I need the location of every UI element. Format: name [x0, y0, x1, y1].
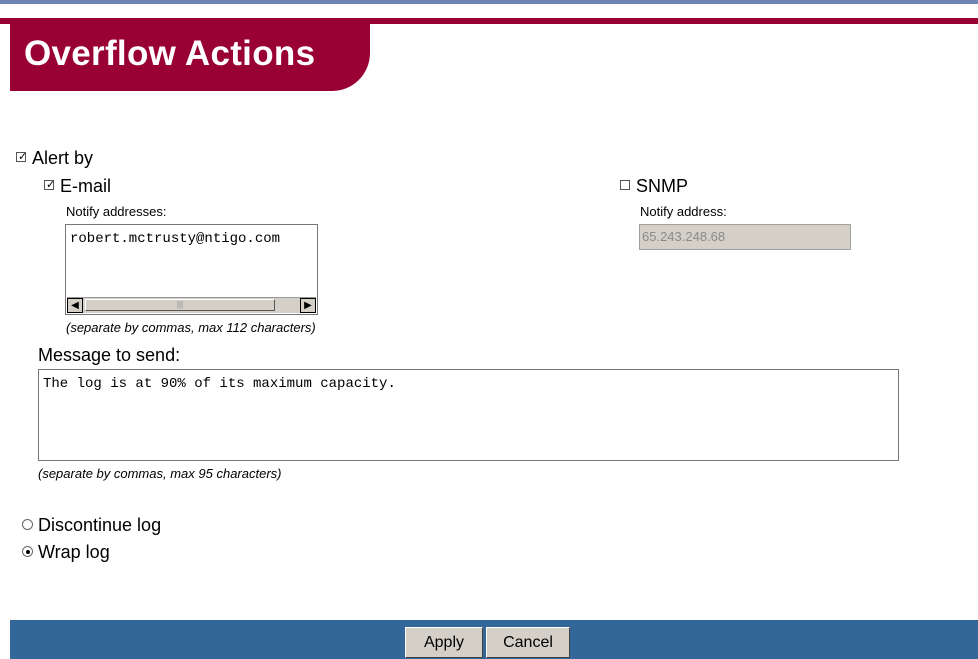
email-hint: (separate by commas, max 112 characters): [66, 320, 316, 335]
snmp-label: SNMP: [636, 176, 689, 196]
message-textarea[interactable]: The log is at 90% of its maximum capacit…: [38, 369, 899, 461]
snmp-checkbox[interactable]: [620, 180, 630, 190]
email-checkbox[interactable]: ✓: [44, 179, 56, 191]
wrap-log-label: Wrap log: [38, 542, 110, 562]
checkmark-icon: ✓: [46, 179, 56, 191]
notify-address-label: Notify address:: [640, 204, 727, 219]
cancel-button[interactable]: Cancel: [486, 627, 570, 658]
message-hint: (separate by commas, max 95 characters): [38, 466, 282, 481]
email-addresses-value: robert.mctrusty@ntigo.com: [70, 231, 281, 247]
email-label: E-mail: [60, 176, 112, 196]
horizontal-scrollbar[interactable]: ◀ ||| ▶: [67, 297, 316, 313]
snmp-address-input[interactable]: 65.243.248.68: [639, 224, 851, 250]
page-title: Overflow Actions: [24, 34, 316, 73]
top-accent-bar: [0, 0, 978, 4]
message-label: Message to send:: [38, 345, 181, 365]
apply-button[interactable]: Apply: [405, 627, 483, 658]
scrollbar-thumb[interactable]: |||: [85, 299, 275, 311]
checkmark-icon: ✓: [18, 151, 28, 163]
email-addresses-textarea[interactable]: robert.mctrusty@ntigo.com ◀ ||| ▶: [65, 224, 318, 315]
notify-addresses-label: Notify addresses:: [66, 204, 167, 219]
message-value: The log is at 90% of its maximum capacit…: [43, 376, 396, 392]
wrap-log-radio[interactable]: [22, 546, 33, 557]
radio-selected-icon: [25, 549, 30, 554]
alert-by-label: Alert by: [32, 148, 94, 168]
discontinue-log-label: Discontinue log: [38, 515, 162, 535]
alert-by-checkbox[interactable]: ✓: [16, 151, 28, 163]
discontinue-log-radio[interactable]: [22, 519, 33, 530]
arrow-right-icon[interactable]: ▶: [300, 298, 316, 313]
arrow-left-icon[interactable]: ◀: [67, 298, 83, 313]
